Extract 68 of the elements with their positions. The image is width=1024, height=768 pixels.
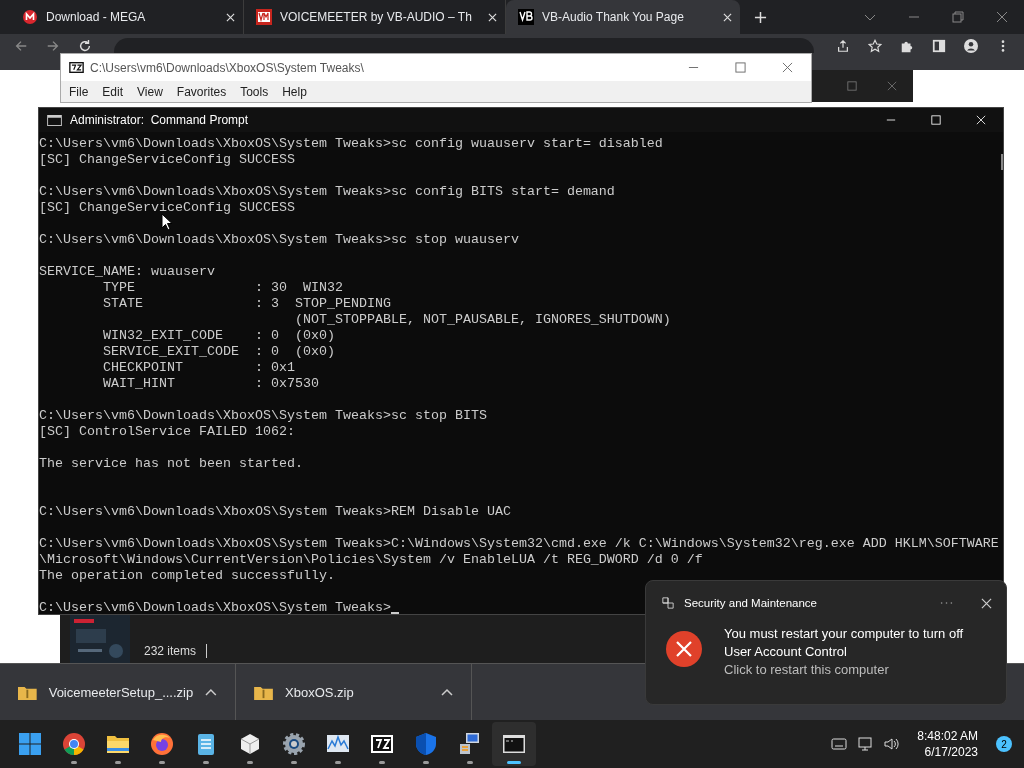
mouse-pointer-icon [161,213,173,231]
console-line: WAIT_HINT : 0x7530 [102,376,319,392]
zip-folder-icon [18,684,37,700]
cube-icon [238,732,262,756]
menu-item[interactable]: Favorites [174,85,233,99]
site-logo-icon [518,9,534,25]
notification-action: Click to restart this computer [724,661,890,679]
shield-icon [414,732,438,756]
scrollbar-thumb[interactable] [1000,154,1003,170]
console-line: [SC] ChangeServiceConfig SUCCESS [39,200,295,216]
new-tab-icon[interactable] [754,10,767,24]
console-line: SERVICE_EXIT_CODE : 0 (0x0) [102,344,335,360]
notification-app-name: Security and Maintenance [684,597,817,609]
gear-icon [282,732,306,756]
speaker-icon[interactable] [883,736,900,752]
taskbar-app[interactable] [492,722,536,766]
console-line: The service has not been started. [39,456,303,472]
window-title: C:\Users\vm6\Downloads\XboxOS\System Tweaks\ [90,60,364,75]
menu-item[interactable]: View [135,85,169,99]
item-count: 232 items [144,644,197,658]
console-line: [SC] ChangeServiceConfig SUCCESS [39,152,295,168]
console-line: C:\Users\vm6\Downloads\XboxOS\System Tweaks>sc config wuauserv start= disabled [39,136,663,152]
firefox-icon [150,732,174,756]
window-title: Administrator: Command Prompt [70,113,249,127]
windows-logo-icon [18,732,42,756]
archiver-icon [69,62,84,73]
menu-item[interactable]: File [67,85,95,99]
notification-count[interactable]: 2 [996,736,1012,752]
console-line: SERVICE_NAME: wuauserv [39,264,215,280]
console-line: TYPE : 30 WIN32 [102,280,343,296]
console-line: CHECKPOINT : 0x1 [102,360,295,376]
computer-icon [458,732,482,756]
tab-title: VB-Audio Thank You Page [542,10,685,24]
console-line: C:\Users\vm6\Downloads\XboxOS\System Tweaks>sc config BITS start= demand [39,184,615,200]
console-line: C:\Users\vm6\Downloads\XboxOS\System Tweaks>REM Disable UAC [39,504,511,520]
tablet-icon[interactable] [831,736,848,752]
console-line: C:\Users\vm6\Downloads\XboxOS\System Tweaks>C:\Windows\System32\cmd.exe /k C:\Windows\System32\reg.exe ADD HKLM\SOFTWARE [39,536,999,552]
restore-icon[interactable] [952,11,964,23]
clock[interactable]: 8:48:02 AM 6/17/2023 [917,728,978,760]
notification-toast[interactable]: Security and Maintenance You must restart your computer to turn off User Account Control Click to restart this computer [645,580,1007,705]
tab-title: Download - MEGA [46,10,147,24]
error-icon [666,631,702,667]
console-line: STATE : 3 STOP_PENDING [102,296,391,312]
console-line: C:\Users\vm6\Downloads\XboxOS\System Tweaks>sc stop BITS [39,408,487,424]
archiver-icon [370,732,394,756]
caret-up-icon[interactable] [205,688,217,696]
console-line: WIN32_EXIT_CODE : 0 (0x0) [102,328,335,344]
tab-title: VOICEMEETER by VB-AUDIO – Th [280,10,473,24]
menu-item[interactable]: Edit [100,85,130,99]
console-line: (NOT_STOPPABLE, NOT_PAUSABLE, IGNORES_SHUTDOWN) [293,312,671,328]
zip-folder-icon [254,684,273,700]
console-line: C:\Users\vm6\Downloads\XboxOS\System Tweaks>sc stop wuauserv [39,232,519,248]
browser-tab[interactable]: VB-Audio Thank You Page [506,0,740,34]
site-logo-icon [256,9,272,25]
app-icon [662,597,674,609]
notification-message: You must restart your computer to turn off User Account Control [724,625,965,661]
site-logo-icon [22,9,38,25]
chrome-icon [62,732,86,756]
console-line: C:\Users\vm6\Downloads\XboxOS\System Tweaks> [39,600,391,614]
menu-item[interactable]: Tools [238,85,275,99]
console-line: The operation completed successfully. [39,568,335,584]
terminal-icon [502,732,526,756]
network-icon[interactable] [857,736,874,752]
terminal-icon [47,114,62,126]
console-line: \Microsoft\Windows\CurrentVersion\Policies\System /v EnableLUA /t REG_DWORD /d 0 /f [39,552,703,568]
menu-item[interactable]: Help [280,85,313,99]
caret-up-icon[interactable] [441,688,453,696]
console-line: [SC] ControlService FAILED 1062: [39,424,295,440]
